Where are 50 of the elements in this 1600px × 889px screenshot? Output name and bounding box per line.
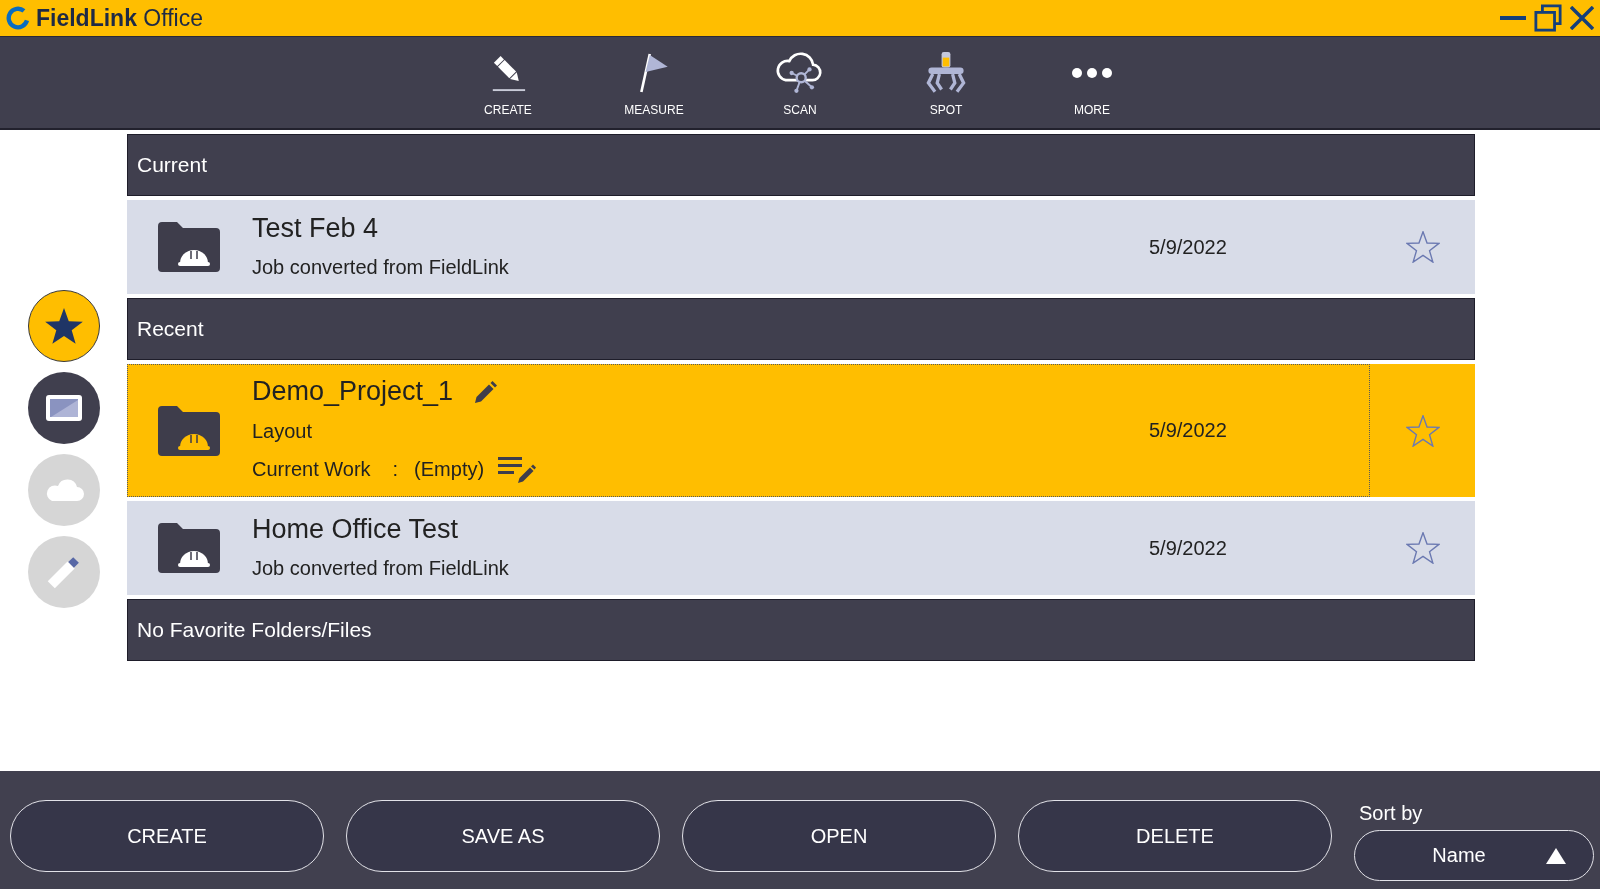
close-button[interactable]	[1570, 6, 1594, 30]
current-work-value: (Empty)	[414, 458, 485, 481]
project-date: 5/9/2022	[1149, 419, 1228, 442]
project-name: Demo_Project_1	[252, 376, 454, 407]
section-title: Current	[137, 153, 208, 177]
toolbar-button[interactable]: SPOT	[873, 37, 1019, 128]
project-date: 5/9/2022	[1149, 235, 1228, 259]
favorite-star-icon[interactable]	[1405, 414, 1440, 447]
project-name: Home Office Test	[252, 513, 459, 545]
project-description: Job converted from FieldLink	[252, 255, 509, 280]
minimize-icon	[1500, 16, 1526, 20]
action-button[interactable]: SAVE AS	[346, 800, 660, 872]
pencil-icon[interactable]	[475, 380, 498, 403]
more-dots-icon	[1072, 68, 1112, 78]
project-name: Test Feb 4	[252, 212, 379, 244]
pencil-icon	[490, 54, 526, 92]
edit-list-icon[interactable]	[498, 456, 537, 483]
toolbar-button[interactable]: SCAN	[727, 37, 873, 128]
caret-icon	[1545, 847, 1566, 864]
star-icon	[44, 308, 83, 344]
project-row[interactable]: Test Feb 4 Job converted from FieldLink 5/9/2022	[127, 200, 1475, 294]
logo-icon	[6, 6, 30, 30]
folder-helmet-icon	[158, 222, 220, 272]
close-icon	[1570, 6, 1594, 30]
tablet-icon	[45, 395, 82, 421]
project-row[interactable]: Demo_Project_1 Layout Current Work : (Empty) 5/9/2022	[127, 364, 1475, 497]
app-title: FieldLink Office	[36, 4, 203, 32]
separator-text: :	[392, 458, 399, 481]
section-title: No Favorite Folders/Files	[137, 618, 372, 642]
favorite-star-icon[interactable]	[1405, 231, 1440, 263]
project-row[interactable]: Home Office Test Job converted from FieldLink 5/9/2022	[127, 501, 1475, 595]
action-button[interactable]: DELETE	[1018, 800, 1332, 872]
project-description: Job converted from FieldLink	[252, 556, 509, 581]
action-button[interactable]: OPEN	[682, 800, 996, 872]
restore-button[interactable]	[1534, 4, 1562, 32]
toolbar-button[interactable]: MEASURE	[581, 37, 727, 128]
folder-helmet-icon	[158, 523, 220, 573]
current-work-label: Current Work	[252, 458, 371, 481]
sort-dropdown[interactable]: Name	[1354, 830, 1594, 881]
toolbar-button[interactable]: MORE	[1019, 37, 1165, 128]
sort-label: Sort by	[1358, 802, 1423, 824]
section-title: Recent	[137, 317, 204, 341]
toolbar-button[interactable]: CREATE	[435, 37, 581, 128]
robot-dog-icon	[925, 51, 967, 95]
restore-icon	[1534, 4, 1562, 32]
folder-helmet-icon	[158, 405, 220, 456]
action-button[interactable]: CREATE	[10, 800, 324, 872]
project-date: 5/9/2022	[1149, 536, 1228, 560]
project-description: Layout	[252, 418, 313, 444]
favorite-star-icon[interactable]	[1405, 532, 1440, 564]
